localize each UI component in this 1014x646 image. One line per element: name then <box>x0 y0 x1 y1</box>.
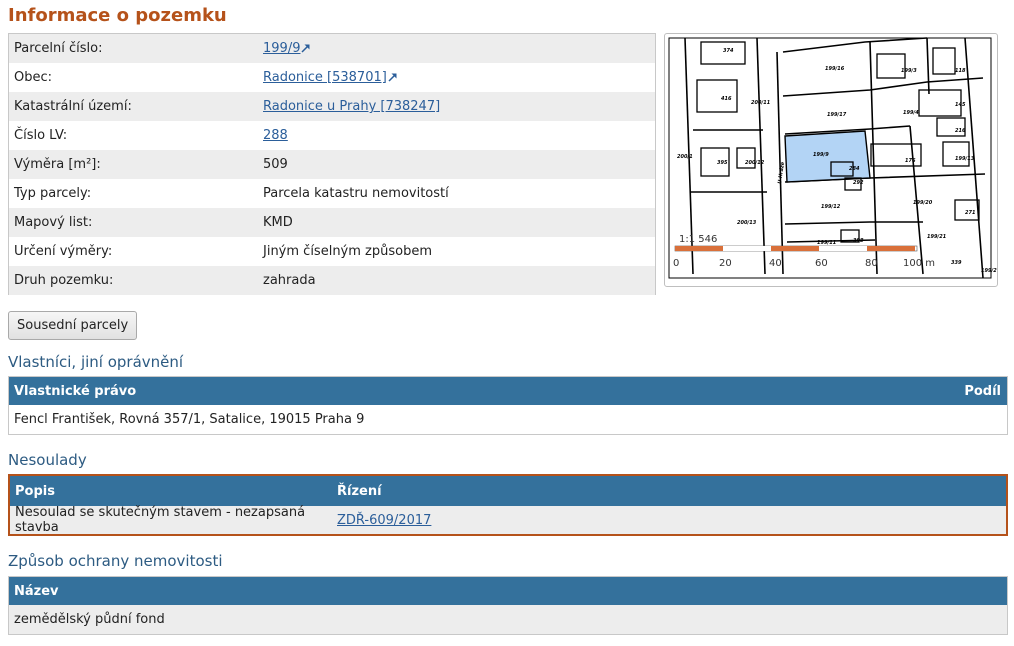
table-row: Fencl František, Rovná 357/1, Satalice, … <box>9 405 1007 434</box>
parcel-number: 395 <box>717 160 728 166</box>
parcel-number: 200/12 <box>745 160 765 166</box>
protection-table: Název zemědělský půdní fond <box>8 576 1008 635</box>
parcel-number: 199/20 <box>913 200 933 206</box>
parcel-number: 200/13 <box>737 220 757 226</box>
parcel-number: 216 <box>955 128 966 134</box>
scale-segment <box>819 246 867 251</box>
parcel-number: 199/13 <box>955 156 975 162</box>
parcel-number: 416 <box>721 96 732 102</box>
col-share: Podíl <box>964 383 1001 399</box>
info-value-link[interactable]: Radonice u Prahy [738247] <box>263 99 440 114</box>
parcel-number: 199/3 <box>901 68 917 74</box>
parcel-number: 199/17 <box>827 112 847 118</box>
cadastral-map[interactable]: 374 199/16 199/3 118 416 200/11 199/17 199/4 145… <box>664 33 998 287</box>
scale-text: 1:1 546 <box>679 234 717 245</box>
parcel-number: 199/27 <box>981 268 997 274</box>
info-value: Radonice [538701] <box>263 70 655 85</box>
info-label: Výměra [m²]: <box>14 157 101 172</box>
table-row: Nesoulad se skutečným stavem - nezapsaná… <box>10 505 1006 535</box>
parcel-number: 199/4 <box>903 110 919 116</box>
parcel-number: 199/11 <box>817 240 836 246</box>
info-value: 288 <box>263 128 655 143</box>
parcel-number: 199/16 <box>825 66 845 72</box>
parcel-number: 200/11 <box>751 100 770 106</box>
parcel-number: 200/1 <box>677 154 693 160</box>
scale-tick: 80 <box>865 258 878 269</box>
info-label: Druh pozemku: <box>14 273 114 288</box>
info-row: Typ parcely: Parcela katastru nemovitostí <box>9 179 655 208</box>
scale-tick: 60 <box>815 258 828 269</box>
info-value: zahrada <box>263 273 316 288</box>
owners-table: Vlastnické právo Podíl Fencl František, … <box>8 376 1008 435</box>
proceeding-link[interactable]: ZDŘ-609/2017 <box>332 513 431 528</box>
info-value: 199/9 <box>263 41 655 56</box>
parcel-number: 339 <box>951 260 962 266</box>
owners-title: Vlastníci, jiní oprávnění <box>8 353 184 371</box>
owners-header: Vlastnické právo Podíl <box>9 377 1007 405</box>
scale-tick: 40 <box>769 258 782 269</box>
parcel-number: 199/21 <box>927 234 946 240</box>
col-ownership: Vlastnické právo <box>14 383 137 399</box>
discrepancy-description: Nesoulad se skutečným stavem - nezapsaná… <box>15 505 306 535</box>
parcel-info-table: Parcelní číslo: 199/9 Obec: Radonice [53870… <box>8 33 656 295</box>
parcel-number: 199/9 <box>813 152 829 158</box>
info-label: Číslo LV: <box>14 128 68 143</box>
neighbor-parcels-button[interactable]: Sousední parcely <box>8 311 138 340</box>
parcel-number: 398 <box>853 238 864 244</box>
protection-name: zemědělský půdní fond <box>14 612 165 627</box>
info-row: Druh pozemku: zahrada <box>9 266 655 295</box>
scale-segment <box>723 246 771 251</box>
info-label: Určení výměry: <box>14 244 113 259</box>
parcel-number: 271 <box>965 210 975 216</box>
external-link-icon[interactable] <box>388 72 398 82</box>
scale-bar <box>675 246 915 251</box>
info-value: Radonice u Prahy [738247] <box>263 99 655 114</box>
scale-segment <box>867 246 915 251</box>
discrepancies-table: Popis Řízení Nesoulad se skutečným stave… <box>8 474 1008 536</box>
protection-title: Způsob ochrany nemovitosti <box>8 552 223 570</box>
external-link-icon[interactable] <box>301 43 311 53</box>
parcel-number: 284 <box>849 166 860 172</box>
scale-tick: 0 <box>673 258 679 269</box>
parcel-number: 374 <box>723 48 734 54</box>
parcel-number: 145 <box>955 102 966 108</box>
scale-segment <box>771 246 819 251</box>
info-row: Obec: Radonice [538701] <box>9 63 655 92</box>
discrepancies-title: Nesoulady <box>8 451 87 469</box>
discrepancies-header: Popis Řízení <box>10 476 1006 506</box>
parcel-number: 118 <box>955 68 966 74</box>
owner-name: Fencl František, Rovná 357/1, Satalice, … <box>14 412 365 427</box>
info-row: Číslo LV: 288 <box>9 121 655 150</box>
table-row: zemědělský půdní fond <box>9 605 1007 634</box>
info-value: Parcela katastru nemovitostí <box>263 186 449 201</box>
col-proceeding: Řízení <box>337 483 382 499</box>
map-canvas[interactable]: 374 199/16 199/3 118 416 200/11 199/17 199/4 145… <box>665 34 997 286</box>
info-row: Mapový list: KMD <box>9 208 655 237</box>
info-label: Katastrální území: <box>14 99 132 114</box>
parcel-number: 292 <box>853 180 864 186</box>
scale-tick: 100 m <box>903 258 935 269</box>
info-value-link[interactable]: Radonice [538701] <box>263 70 387 85</box>
col-description: Popis <box>15 483 55 499</box>
info-value: 509 <box>263 157 288 172</box>
col-name: Název <box>14 583 59 599</box>
scale-segment <box>675 246 723 251</box>
protection-header: Název <box>9 577 1007 605</box>
info-row: Katastrální území: Radonice u Prahy [7382… <box>9 92 655 121</box>
info-row: Určení výměry: Jiným číselným způsobem <box>9 237 655 266</box>
parcel-number: 199/12 <box>821 204 841 210</box>
info-value: Jiným číselným způsobem <box>263 244 432 259</box>
info-row: Výměra [m²]: 509 <box>9 150 655 179</box>
info-label: Obec: <box>14 70 53 85</box>
info-value: KMD <box>263 215 293 230</box>
info-value-link[interactable]: 288 <box>263 128 288 143</box>
page-title: Informace o pozemku <box>8 5 227 26</box>
info-value-link[interactable]: 199/9 <box>263 41 300 56</box>
info-row: Parcelní číslo: 199/9 <box>9 34 655 63</box>
info-label: Parcelní číslo: <box>14 41 103 56</box>
info-label: Mapový list: <box>14 215 93 230</box>
parcel-number: 176 <box>905 158 916 164</box>
info-label: Typ parcely: <box>14 186 92 201</box>
scale-tick: 20 <box>719 258 732 269</box>
